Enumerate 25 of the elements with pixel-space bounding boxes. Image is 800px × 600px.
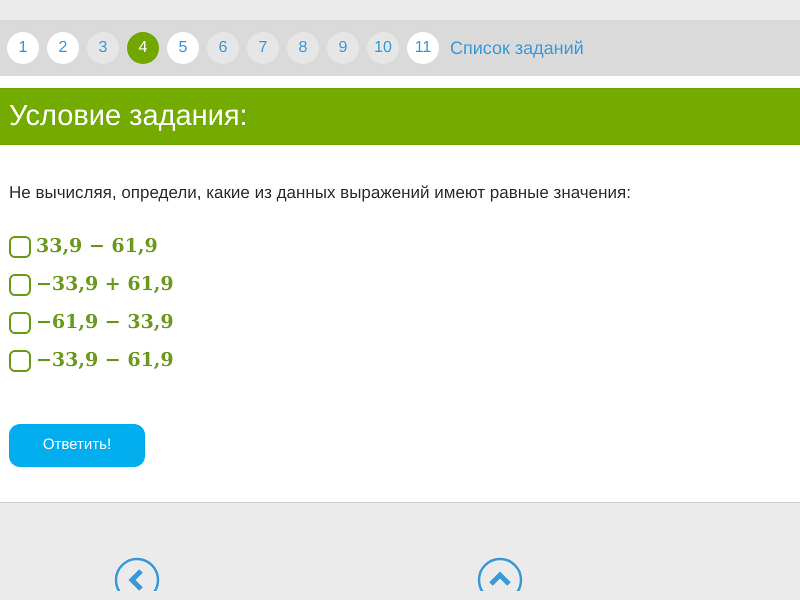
answer-expression: −61,9 − 33,9 (36, 310, 174, 336)
answer-checkbox[interactable] (9, 312, 31, 334)
task-number-button[interactable]: 11 (407, 32, 439, 64)
task-number-button[interactable]: 8 (287, 32, 319, 64)
task-number-button[interactable]: 1 (7, 32, 39, 64)
answer-checkbox[interactable] (9, 236, 31, 258)
answer-expression: −33,9 + 61,9 (36, 272, 174, 298)
task-number-button[interactable]: 10 (367, 32, 399, 64)
task-number-button[interactable]: 5 (167, 32, 199, 64)
header-title: Условие задания: (9, 98, 248, 134)
answer-expression: −33,9 − 61,9 (36, 348, 174, 374)
task-number-button[interactable]: 3 (87, 32, 119, 64)
answer-checkbox[interactable] (9, 350, 31, 372)
task-number-button[interactable]: 4 (127, 32, 159, 64)
task-number-button[interactable]: 2 (47, 32, 79, 64)
answer-checkbox[interactable] (9, 274, 31, 296)
answer-expression: 33,9 − 61,9 (36, 234, 158, 260)
task-number-button[interactable]: 9 (327, 32, 359, 64)
task-list-link[interactable]: Список заданий (450, 34, 584, 62)
question-text: Не вычисляя, определи, какие из данных выражений имеют равные значения: (9, 182, 632, 204)
task-number-button[interactable]: 7 (247, 32, 279, 64)
back-arrow-icon[interactable] (114, 556, 160, 590)
submit-button[interactable]: Ответить! (9, 424, 145, 466)
task-number-button[interactable]: 6 (207, 32, 239, 64)
up-arrow-icon[interactable] (477, 556, 523, 590)
